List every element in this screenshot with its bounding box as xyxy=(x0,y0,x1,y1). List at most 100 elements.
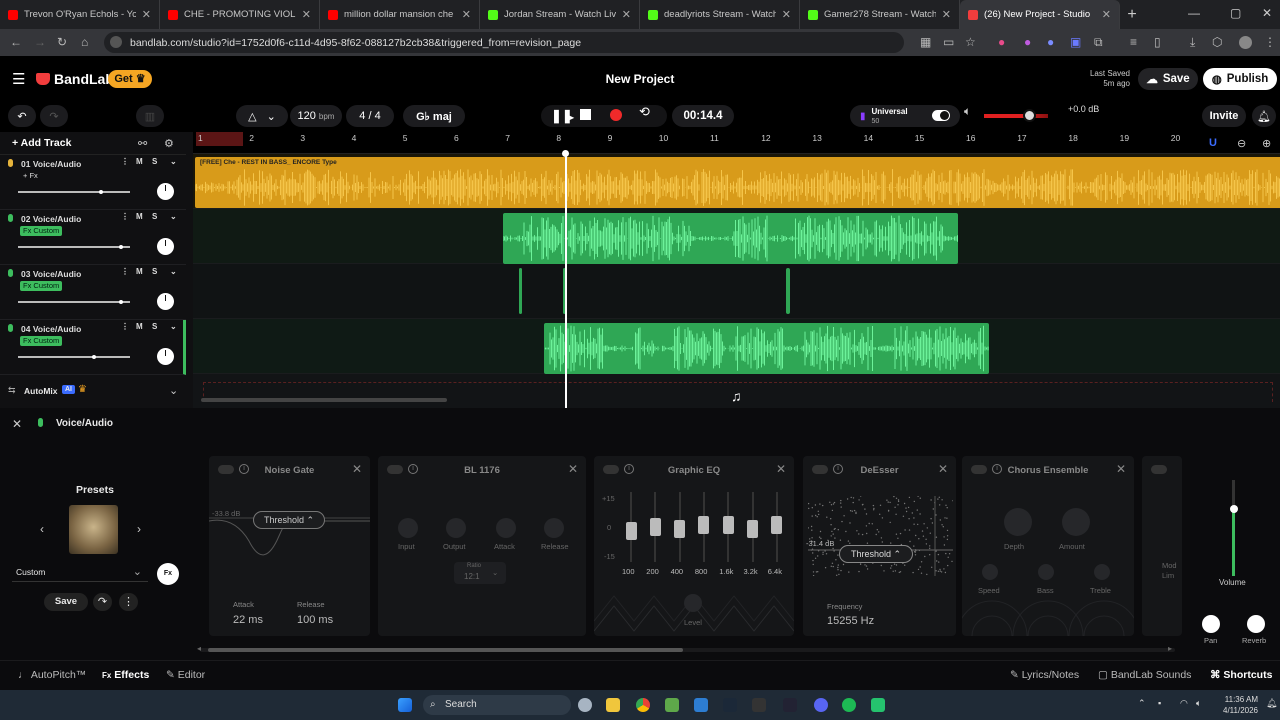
master-volume-slider[interactable] xyxy=(984,114,1048,118)
pan-knob[interactable] xyxy=(157,238,174,255)
browser-tab[interactable]: Jordan Stream - Watch Live on✕ xyxy=(480,0,640,29)
bass-dial[interactable] xyxy=(1038,564,1054,580)
remove-effect-icon[interactable]: ✕ xyxy=(352,462,362,476)
master-volume-knob[interactable] xyxy=(1023,109,1036,122)
record-icon[interactable] xyxy=(610,109,622,121)
mute-button[interactable]: M xyxy=(136,212,143,221)
photos-icon[interactable] xyxy=(694,698,708,712)
track-lane-3[interactable] xyxy=(193,264,1280,319)
mute-button[interactable]: M xyxy=(136,322,143,331)
track-volume-slider[interactable] xyxy=(18,356,130,358)
bandlab-logo[interactable]: BandLab xyxy=(36,71,114,87)
mixer-button[interactable]: ▥ xyxy=(136,105,164,127)
output-dial[interactable] xyxy=(446,518,466,538)
app-icon[interactable] xyxy=(665,698,679,712)
clock[interactable]: 11:36 AM 4/11/2026 xyxy=(1218,694,1258,716)
bookmark-star-icon[interactable]: ☆ xyxy=(965,35,976,49)
eq-band-slider[interactable] xyxy=(727,492,729,562)
preset-save-button[interactable]: Save xyxy=(44,593,88,611)
depth-dial[interactable] xyxy=(1004,508,1032,536)
spotify-icon[interactable] xyxy=(842,698,856,712)
track-name[interactable]: 02 Voice/Audio xyxy=(21,214,81,224)
metronome-button[interactable]: △ ⌄ xyxy=(236,105,288,127)
effect-toggle[interactable] xyxy=(1151,465,1167,474)
browser-menu-icon[interactable]: ⋮ xyxy=(1264,35,1276,49)
track-lane-4[interactable] xyxy=(193,319,1280,374)
track-menu-icon[interactable]: ⋮ xyxy=(121,212,129,221)
solo-button[interactable]: S xyxy=(152,267,157,276)
next-preset-icon[interactable]: › xyxy=(137,522,141,536)
amount-dial[interactable] xyxy=(1062,508,1090,536)
track-menu-icon[interactable]: ⋮ xyxy=(121,157,129,166)
browser-tab[interactable]: (26) New Project - Studio ✕ xyxy=(960,0,1120,29)
effects-scrollbar-thumb[interactable] xyxy=(208,648,683,652)
close-tab-icon[interactable]: ✕ xyxy=(142,8,151,21)
solo-button[interactable]: S xyxy=(152,212,157,221)
eq-band-slider[interactable] xyxy=(703,492,705,562)
browser-tab[interactable]: Trevon O'Ryan Echols - You ✕ xyxy=(0,0,160,29)
translate-icon[interactable]: ▦ xyxy=(920,35,931,49)
audio-clip[interactable] xyxy=(786,268,790,314)
volume-knob[interactable] xyxy=(119,300,123,304)
extension-icon[interactable]: ● xyxy=(998,35,1005,49)
release-value[interactable]: 100 ms xyxy=(297,614,333,626)
track-volume-knob[interactable] xyxy=(1230,505,1238,513)
solo-button[interactable]: S xyxy=(152,322,157,331)
track-header[interactable]: 03 Voice/Audio Fx Custom ⋮ M S ⌄ xyxy=(0,265,186,320)
close-panel-icon[interactable]: ✕ xyxy=(12,417,22,431)
minimize-icon[interactable]: — xyxy=(1188,6,1200,20)
bandlab-sounds-button[interactable]: ▢ BandLab Sounds xyxy=(1098,669,1191,681)
epic-games-icon[interactable] xyxy=(752,698,766,712)
close-tab-icon[interactable]: ✕ xyxy=(302,8,311,21)
download-icon[interactable]: ⤓ xyxy=(1190,35,1195,50)
timeline[interactable]: 1 2 3 4 5 6 7 8 9 10 11 12 13 14 15 16 17 18 19 20 [FREE] C… xyxy=(193,132,1280,408)
scroll-left-icon[interactable]: ◂ xyxy=(197,644,201,653)
track-name[interactable]: 01 Voice/Audio xyxy=(21,159,81,169)
close-window-icon[interactable]: ✕ xyxy=(1262,6,1272,20)
extension-icon[interactable]: ▣ xyxy=(1070,35,1081,49)
undo-button[interactable]: ↶ xyxy=(8,105,36,127)
puzzle-extensions-icon[interactable]: ⧉ xyxy=(1094,35,1103,50)
audio-clip[interactable] xyxy=(503,213,958,264)
chevron-down-icon[interactable]: ⌄ xyxy=(170,267,177,276)
browser-tab[interactable]: million dollar mansion che type✕ xyxy=(320,0,480,29)
browser-tab[interactable]: deadlyriots Stream - Watch Live ✕ xyxy=(640,0,800,29)
profile-extension-icon[interactable]: ⬡ xyxy=(1212,35,1222,49)
track-menu-icon[interactable]: ⋮ xyxy=(121,322,129,331)
track-volume-slider[interactable] xyxy=(18,191,130,193)
stop-icon[interactable] xyxy=(580,109,591,120)
chevron-down-icon[interactable]: ⌄ xyxy=(170,322,177,331)
mute-button[interactable]: M xyxy=(136,267,143,276)
app-icon[interactable] xyxy=(783,698,797,712)
get-membership-button[interactable]: Get ♛ xyxy=(108,70,152,88)
remove-effect-icon[interactable]: ✕ xyxy=(938,462,948,476)
remove-effect-icon[interactable]: ✕ xyxy=(568,462,578,476)
eq-band-thumb[interactable] xyxy=(674,520,685,538)
maximize-icon[interactable]: ▢ xyxy=(1230,6,1241,20)
eq-band-slider[interactable] xyxy=(776,492,778,562)
timeline-ruler[interactable]: 1 2 3 4 5 6 7 8 9 10 11 12 13 14 15 16 17 18 19 20 xyxy=(193,132,1280,154)
hamburger-menu-icon[interactable]: ☰ xyxy=(12,70,25,88)
remove-effect-icon[interactable]: ✕ xyxy=(776,462,786,476)
new-tab-button[interactable]: + xyxy=(1120,6,1144,24)
lyrics-notes-button[interactable]: ✎ Lyrics/Notes xyxy=(1010,669,1079,681)
extension-icon[interactable]: ● xyxy=(1024,35,1031,49)
notification-bell-icon[interactable]: 🔔︎ xyxy=(1266,698,1277,709)
eq-band-slider[interactable] xyxy=(752,492,754,562)
editor-tab[interactable]: ✎ Editor xyxy=(166,669,205,681)
track-fx-badge[interactable]: Fx Custom xyxy=(20,281,62,291)
reading-list-icon[interactable]: ≡ xyxy=(1130,35,1137,49)
volume-knob[interactable] xyxy=(92,355,96,359)
zoom-in-icon[interactable]: ⊕ xyxy=(1262,137,1271,150)
forward-icon[interactable]: → xyxy=(34,35,46,49)
volume-knob[interactable] xyxy=(99,190,103,194)
level-dial[interactable] xyxy=(684,594,702,612)
eq-band-thumb[interactable] xyxy=(771,516,782,534)
time-signature-field[interactable]: 4 / 4 xyxy=(346,105,394,127)
eq-band-thumb[interactable] xyxy=(747,520,758,538)
track-volume-slider[interactable] xyxy=(18,301,130,303)
treble-dial[interactable] xyxy=(1094,564,1110,580)
steam-icon[interactable] xyxy=(723,698,737,712)
home-icon[interactable]: ⌂ xyxy=(81,35,88,49)
share-preset-button[interactable]: ↷ xyxy=(93,593,112,611)
